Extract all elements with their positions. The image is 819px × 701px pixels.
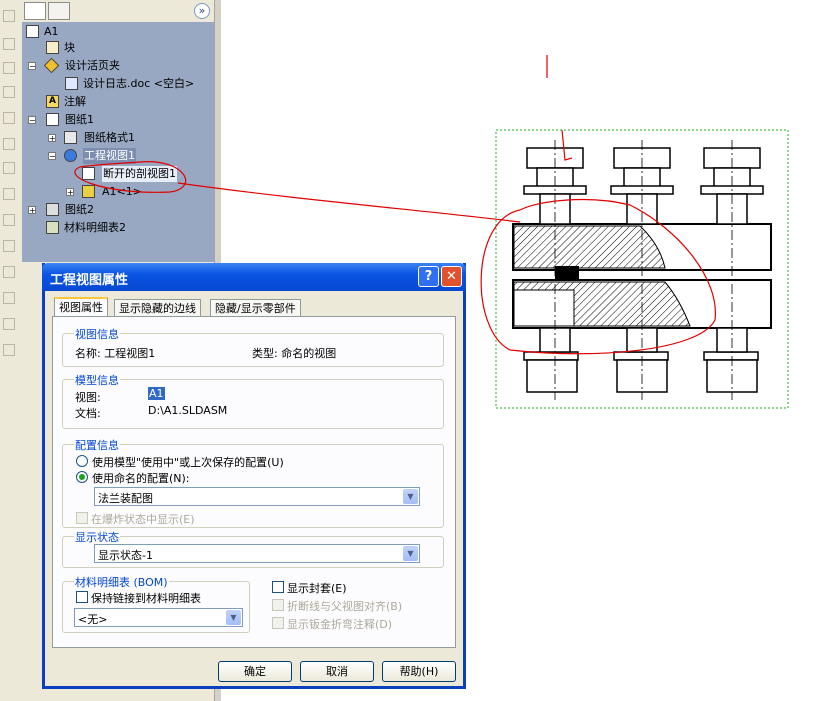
config-select-value: 法兰装配图 xyxy=(98,492,153,505)
model-info-label: 模型信息 xyxy=(74,372,120,388)
help-button[interactable]: 帮助(H) xyxy=(382,661,456,682)
bolt-section xyxy=(513,289,575,327)
help-icon[interactable]: ? xyxy=(418,266,439,287)
display-state-label: 显示状态 xyxy=(74,529,120,545)
annotation-circle xyxy=(74,161,187,193)
tab-hidden-edges[interactable]: 显示隐藏的边线 xyxy=(114,299,201,317)
doc-path: D:\A1.SLDASM xyxy=(148,404,228,417)
close-icon[interactable]: ✕ xyxy=(441,266,462,287)
bom-label: 材料明细表 (BOM) xyxy=(74,574,169,590)
show-envelope-checkbox[interactable] xyxy=(272,581,284,593)
use-named-config-radio[interactable] xyxy=(76,471,88,483)
config-select[interactable]: 法兰装配图 ▼ xyxy=(94,487,420,506)
exploded-state-checkbox[interactable] xyxy=(76,512,88,524)
align-break-checkbox[interactable] xyxy=(272,599,284,611)
display-state-value: 显示状态-1 xyxy=(98,549,153,562)
bom-select-value: <无> xyxy=(78,613,108,626)
bom-select[interactable]: <无> ▼ xyxy=(74,608,243,627)
use-active-config-radio[interactable] xyxy=(76,455,88,467)
chevron-down-icon[interactable]: ▼ xyxy=(226,610,241,625)
view-type-text: 类型: 命名的视图 xyxy=(252,347,337,360)
gasket xyxy=(555,266,579,280)
use-active-config-label[interactable]: 使用模型"使用中"或上次保存的配置(U) xyxy=(92,454,284,470)
nut xyxy=(526,359,578,393)
annotation-circle xyxy=(480,198,716,355)
view-info-label: 视图信息 xyxy=(74,326,120,342)
sheetmetal-notes-label: 显示钣金折弯注释(D) xyxy=(287,618,393,631)
cancel-button[interactable]: 取消 xyxy=(300,661,374,682)
view-name-text: 名称: 工程视图1 xyxy=(75,347,156,360)
ok-button[interactable]: 确定 xyxy=(218,661,292,682)
exploded-state-label: 在爆炸状态中显示(E) xyxy=(91,513,195,526)
sheetmetal-notes-checkbox[interactable] xyxy=(272,617,284,629)
doc-label: 文档: xyxy=(75,407,101,420)
tab-view-properties[interactable]: 视图属性 xyxy=(54,297,108,317)
display-state-select[interactable]: 显示状态-1 ▼ xyxy=(94,544,420,563)
washer xyxy=(703,351,759,361)
annotation-line xyxy=(177,182,521,223)
washer xyxy=(613,351,669,361)
link-bom-checkbox[interactable] xyxy=(76,591,88,603)
show-envelope-label[interactable]: 显示封套(E) xyxy=(287,580,347,596)
dialog-title: 工程视图属性 xyxy=(50,273,129,288)
config-info-label: 配置信息 xyxy=(74,437,120,453)
view-value: A1 xyxy=(148,387,165,400)
use-named-config-label[interactable]: 使用命名的配置(N): xyxy=(92,470,190,486)
chevron-down-icon[interactable]: ▼ xyxy=(403,546,418,561)
tab-hide-show-components[interactable]: 隐藏/显示零部件 xyxy=(210,299,301,317)
link-bom-label[interactable]: 保持链接到材料明细表 xyxy=(91,590,201,606)
align-break-label: 折断线与父视图对齐(B) xyxy=(287,600,403,613)
erased-area xyxy=(418,72,570,134)
view-label: 视图: xyxy=(75,391,101,404)
chevron-down-icon[interactable]: ▼ xyxy=(403,489,418,504)
